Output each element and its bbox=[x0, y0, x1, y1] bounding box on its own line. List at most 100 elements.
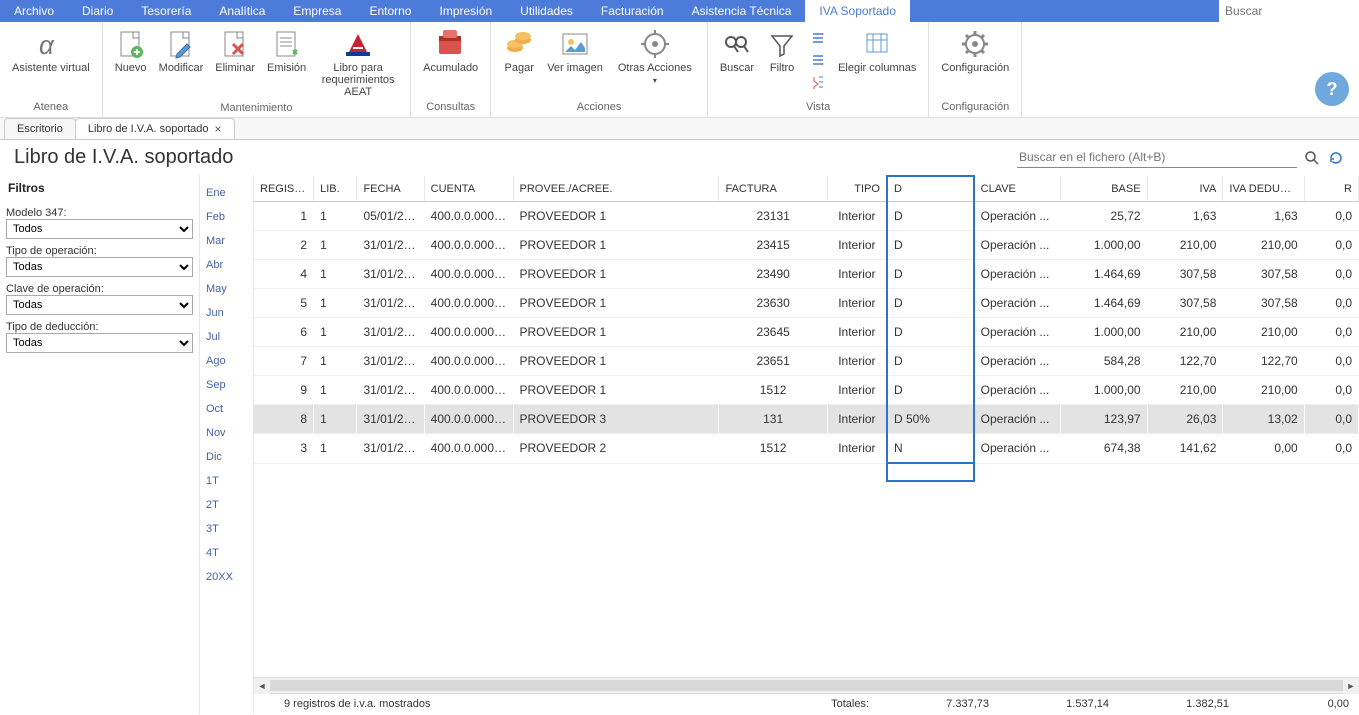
filtro-button[interactable]: Filtro bbox=[760, 26, 804, 76]
menu-diario[interactable]: Diario bbox=[68, 0, 127, 22]
table-row[interactable]: 9131/01/20...400.0.0.00001PROVEEDOR 1151… bbox=[254, 376, 1359, 405]
doc-tab-0[interactable]: Escritorio bbox=[4, 118, 76, 139]
month-mar[interactable]: Mar bbox=[200, 229, 253, 253]
menu-utilidades[interactable]: Utilidades bbox=[506, 0, 587, 22]
table-row[interactable]: 8131/01/20...400.0.0.00016PROVEEDOR 3131… bbox=[254, 405, 1359, 434]
col-base[interactable]: BASE bbox=[1060, 176, 1147, 202]
cell-r: 0,0 bbox=[1304, 376, 1358, 405]
month-oct[interactable]: Oct bbox=[200, 397, 253, 421]
status-bar: 9 registros de i.v.a. mostrados Totales:… bbox=[254, 693, 1359, 714]
menu-archivo[interactable]: Archivo bbox=[0, 0, 68, 22]
sort-mini-0[interactable] bbox=[808, 28, 828, 48]
col-fecha[interactable]: FECHA bbox=[357, 176, 424, 202]
col-clave[interactable]: CLAVE bbox=[974, 176, 1061, 202]
ver-imagen-button[interactable]: Ver imagen bbox=[541, 26, 609, 76]
month-dic[interactable]: Dic bbox=[200, 445, 253, 469]
cell-lib: 1 bbox=[314, 434, 357, 464]
filter-select-1[interactable]: Todas bbox=[6, 257, 193, 277]
otras-acciones-label: Otras Acciones ▾ bbox=[615, 62, 695, 86]
table-row[interactable]: 6131/01/20...400.0.0.00001PROVEEDOR 1236… bbox=[254, 318, 1359, 347]
month-ago[interactable]: Ago bbox=[200, 349, 253, 373]
elegir-columnas-button[interactable]: Elegir columnas bbox=[832, 26, 922, 76]
month-nov[interactable]: Nov bbox=[200, 421, 253, 445]
sort-mini-2[interactable] bbox=[808, 72, 828, 92]
menu-analítica[interactable]: Analítica bbox=[205, 0, 279, 22]
menu-impresión[interactable]: Impresión bbox=[425, 0, 506, 22]
month-abr[interactable]: Abr bbox=[200, 253, 253, 277]
doc-tab-1[interactable]: Libro de I.V.A. soportado × bbox=[75, 118, 235, 139]
table-row[interactable]: 7131/01/20...400.0.0.00001PROVEEDOR 1236… bbox=[254, 347, 1359, 376]
month-3t[interactable]: 3T bbox=[200, 517, 253, 541]
col-tipo[interactable]: TIPO bbox=[827, 176, 887, 202]
menu-entorno[interactable]: Entorno bbox=[355, 0, 425, 22]
month-jun[interactable]: Jun bbox=[200, 301, 253, 325]
col-registro[interactable]: REGIST... bbox=[254, 176, 314, 202]
menu-iva-soportado[interactable]: IVA Soportado bbox=[805, 0, 910, 22]
menu-tesorería[interactable]: Tesorería bbox=[127, 0, 205, 22]
menu-empresa[interactable]: Empresa bbox=[279, 0, 355, 22]
cell-registro: 4 bbox=[254, 260, 314, 289]
doc-tab-label: Libro de I.V.A. soportado bbox=[88, 123, 209, 135]
month-jul[interactable]: Jul bbox=[200, 325, 253, 349]
cell-registro: 8 bbox=[254, 405, 314, 434]
horizontal-scrollbar[interactable]: ◄ ► bbox=[254, 677, 1359, 693]
col-r[interactable]: R bbox=[1304, 176, 1358, 202]
sort-mini-1[interactable] bbox=[808, 50, 828, 70]
filter-select-2[interactable]: Todas bbox=[6, 295, 193, 315]
cell-r: 0,0 bbox=[1304, 347, 1358, 376]
libro-aeat-button[interactable]: Libro para requerimientos AEAT bbox=[312, 26, 404, 100]
cell-d: D bbox=[887, 202, 974, 231]
filter-select-0[interactable]: Todos bbox=[6, 219, 193, 239]
cell-lib: 1 bbox=[314, 347, 357, 376]
configuracion-button[interactable]: Configuración bbox=[935, 26, 1015, 76]
otras-acciones-button[interactable]: Otras Acciones ▾ bbox=[609, 26, 701, 88]
scroll-track[interactable] bbox=[270, 680, 1343, 691]
search-icon[interactable] bbox=[1303, 149, 1321, 167]
table-row[interactable]: 4131/01/20...400.0.0.00001PROVEEDOR 1234… bbox=[254, 260, 1359, 289]
libro-aeat-icon bbox=[342, 28, 374, 60]
cell-iva: 141,62 bbox=[1147, 434, 1223, 464]
col-cuenta[interactable]: CUENTA bbox=[424, 176, 513, 202]
month-20xx[interactable]: 20XX bbox=[200, 565, 253, 589]
col-ivadeduci[interactable]: IVA DEDUCI... bbox=[1223, 176, 1304, 202]
pagar-button[interactable]: Pagar bbox=[497, 26, 541, 76]
scroll-right-icon[interactable]: ► bbox=[1343, 678, 1359, 694]
month-may[interactable]: May bbox=[200, 277, 253, 301]
close-icon[interactable]: × bbox=[215, 122, 222, 136]
modificar-button[interactable]: Modificar bbox=[153, 26, 210, 76]
month-feb[interactable]: Feb bbox=[200, 205, 253, 229]
asistente-button[interactable]: αAsistente virtual bbox=[6, 26, 96, 76]
month-4t[interactable]: 4T bbox=[200, 541, 253, 565]
eliminar-button[interactable]: Eliminar bbox=[209, 26, 261, 76]
configuracion-label: Configuración bbox=[941, 62, 1009, 74]
scroll-left-icon[interactable]: ◄ bbox=[254, 678, 270, 694]
nuevo-button[interactable]: Nuevo bbox=[109, 26, 153, 76]
emision-button[interactable]: Emisión bbox=[261, 26, 312, 76]
month-sep[interactable]: Sep bbox=[200, 373, 253, 397]
col-factura[interactable]: FACTURA bbox=[719, 176, 827, 202]
menubar-search[interactable] bbox=[1219, 0, 1359, 22]
menubar-search-input[interactable] bbox=[1225, 4, 1353, 18]
refresh-icon[interactable] bbox=[1327, 149, 1345, 167]
col-d[interactable]: D bbox=[887, 176, 974, 202]
help-icon[interactable]: ? bbox=[1315, 72, 1349, 106]
table-row[interactable]: 2131/01/20...400.0.0.00001PROVEEDOR 1234… bbox=[254, 231, 1359, 260]
cell-d: D bbox=[887, 347, 974, 376]
acumulado-button[interactable]: Acumulado bbox=[417, 26, 484, 76]
cell-fecha: 31/01/20... bbox=[357, 289, 424, 318]
month-2t[interactable]: 2T bbox=[200, 493, 253, 517]
col-iva[interactable]: IVA bbox=[1147, 176, 1223, 202]
buscar-btn-button[interactable]: Buscar bbox=[714, 26, 760, 76]
filter-select-3[interactable]: Todas bbox=[6, 333, 193, 353]
col-lib[interactable]: LIB. bbox=[314, 176, 357, 202]
table-row[interactable]: 1105/01/20...400.0.0.00001PROVEEDOR 1231… bbox=[254, 202, 1359, 231]
month-1t[interactable]: 1T bbox=[200, 469, 253, 493]
table-row[interactable]: 5131/01/20...400.0.0.00001PROVEEDOR 1236… bbox=[254, 289, 1359, 318]
month-ene[interactable]: Ene bbox=[200, 181, 253, 205]
menu-facturación[interactable]: Facturación bbox=[587, 0, 678, 22]
table-row[interactable]: 3131/01/20...400.0.0.00002PROVEEDOR 2151… bbox=[254, 434, 1359, 464]
col-proveedor[interactable]: PROVEE./ACREE. bbox=[513, 176, 719, 202]
menu-asistencia-técnica[interactable]: Asistencia Técnica bbox=[678, 0, 806, 22]
file-search-input[interactable] bbox=[1017, 147, 1297, 168]
cell-registro: 3 bbox=[254, 434, 314, 464]
